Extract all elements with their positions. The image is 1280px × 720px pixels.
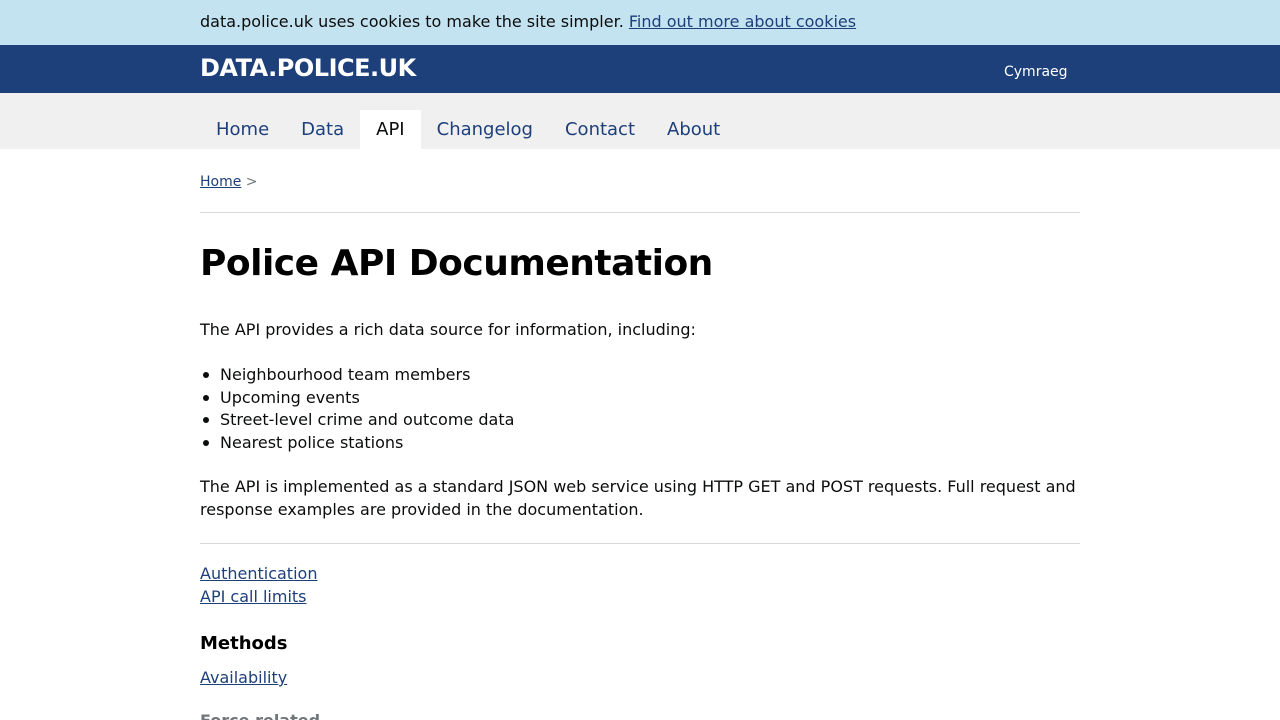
nav-list: Home Data API Changelog Contact About: [200, 110, 736, 149]
availability-link[interactable]: Availability: [200, 666, 287, 689]
divider: [200, 543, 1080, 544]
nav-link-data[interactable]: Data: [285, 110, 360, 149]
cookie-message: data.police.uk uses cookies to make the …: [200, 12, 624, 31]
nav-link-contact[interactable]: Contact: [549, 110, 651, 149]
page-title: Police API Documentation: [200, 243, 713, 284]
intro-text: The API provides a rich data source for …: [200, 320, 696, 339]
authentication-link[interactable]: Authentication: [200, 562, 317, 585]
nav-item-contact: Contact: [549, 110, 651, 149]
site-header: DATA.POLICE.UK Cymraeg: [0, 45, 1280, 93]
methods-heading: Methods: [200, 633, 288, 654]
nav-item-data: Data: [285, 110, 360, 149]
list-item: Neighbourhood team members: [202, 364, 514, 387]
nav-link-changelog[interactable]: Changelog: [421, 110, 549, 149]
breadcrumb-home-link[interactable]: Home: [200, 174, 241, 190]
feature-list: Neighbourhood team members Upcoming even…: [202, 364, 514, 455]
language-switch-link[interactable]: Cymraeg: [1004, 62, 1068, 82]
nav-item-changelog: Changelog: [421, 110, 549, 149]
cookie-banner-text: data.police.uk uses cookies to make the …: [200, 11, 856, 33]
breadcrumb: Home >: [200, 172, 258, 192]
nav-link-api[interactable]: API: [360, 110, 421, 149]
nav-link-home[interactable]: Home: [200, 110, 285, 149]
cookie-banner: data.police.uk uses cookies to make the …: [0, 0, 1280, 45]
list-item: Upcoming events: [202, 387, 514, 410]
force-related-heading: Force related: [200, 710, 320, 720]
description-text: The API is implemented as a standard JSO…: [200, 477, 1076, 519]
list-item: Nearest police stations: [202, 432, 514, 455]
breadcrumb-separator: >: [245, 174, 258, 190]
api-call-limits-link[interactable]: API call limits: [200, 585, 307, 608]
main-nav: Home Data API Changelog Contact About: [0, 93, 1280, 149]
nav-item-api: API: [360, 110, 421, 149]
site-logo[interactable]: DATA.POLICE.UK: [200, 54, 416, 82]
list-item: Street-level crime and outcome data: [202, 409, 514, 432]
nav-item-about: About: [651, 110, 736, 149]
cookie-info-link[interactable]: Find out more about cookies: [629, 12, 856, 31]
divider: [200, 212, 1080, 213]
nav-item-home: Home: [200, 110, 285, 149]
nav-link-about[interactable]: About: [651, 110, 736, 149]
